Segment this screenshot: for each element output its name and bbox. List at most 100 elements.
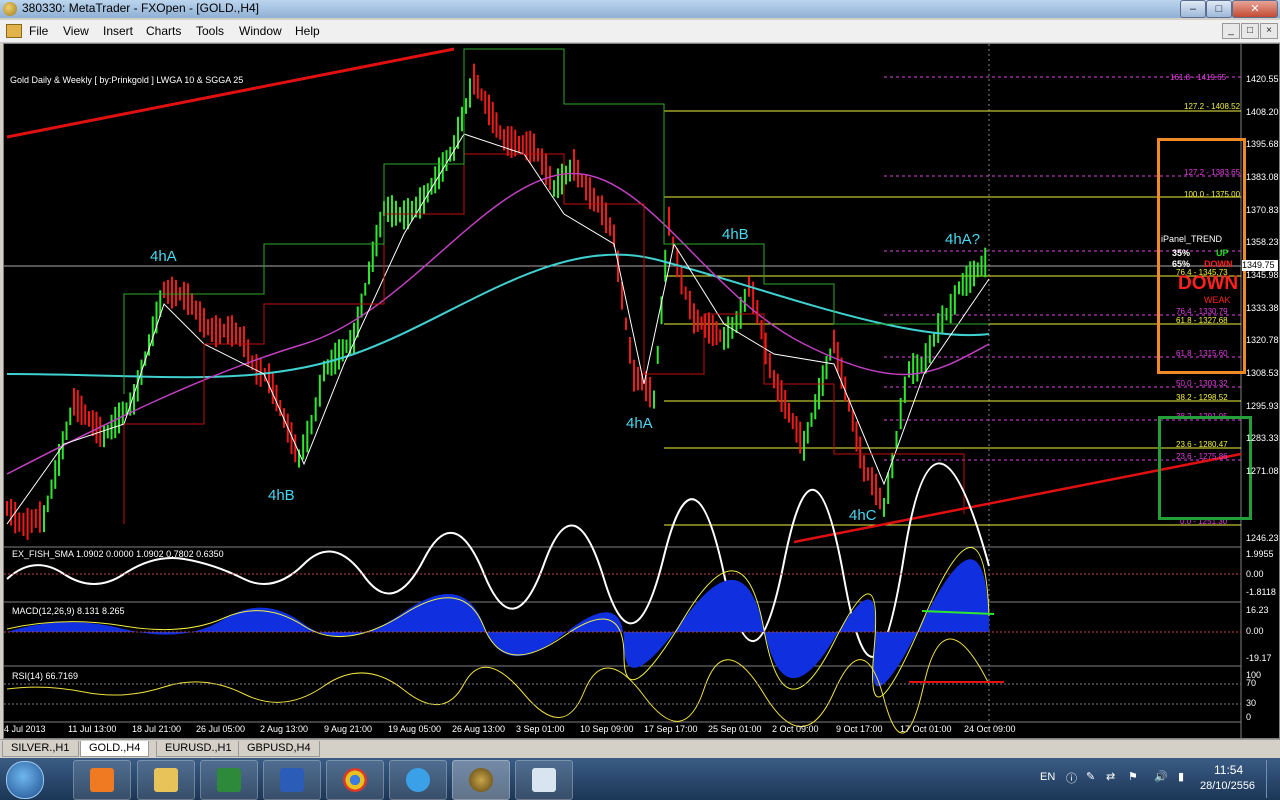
macd-axis-tick: -19.17	[1246, 653, 1272, 663]
fisher-axis-tick: 0.00	[1246, 569, 1264, 579]
fib-label: 38.2 - 1298.52	[1176, 393, 1228, 402]
price-chart-canvas[interactable]	[4, 44, 1279, 738]
help-icon[interactable]: ⓘ	[1066, 770, 1077, 786]
volume-icon[interactable]: 🔊	[1154, 770, 1168, 783]
fib-target-zone-box	[1158, 416, 1252, 520]
folder-icon	[154, 768, 178, 792]
price-tick: 1345.98	[1246, 270, 1279, 280]
trend-panel: iPanel_TREND 35% UP 65% DOWN DOWN WEAK	[1157, 138, 1246, 374]
fisher-axis-tick: -1.8118	[1246, 587, 1276, 597]
price-tick: 1333.38	[1246, 303, 1279, 313]
rsi-axis-tick: 30	[1246, 698, 1257, 708]
clock-time[interactable]: 11:54	[1214, 763, 1243, 777]
menu-window[interactable]: Window	[239, 24, 282, 38]
menu-tools[interactable]: Tools	[196, 24, 224, 38]
language-indicator[interactable]: EN	[1040, 771, 1055, 783]
windows-taskbar: EN ⓘ ✎ ⇄ ⚑ 🔊 ▮ 11:54 28/10/2556	[0, 758, 1280, 800]
taskbar-chrome[interactable]	[326, 760, 384, 800]
time-tick: 4 Jul 2013	[4, 724, 46, 734]
maximize-button[interactable]: □	[1206, 0, 1232, 18]
price-tick: 1395.68	[1246, 139, 1279, 149]
time-tick: 2 Oct 09:00	[772, 724, 819, 734]
close-button[interactable]: ✕	[1232, 0, 1278, 18]
taskbar-metatrader[interactable]	[452, 760, 510, 800]
chrome-icon	[343, 768, 367, 792]
trend-up-percent: 35%	[1172, 248, 1191, 258]
chart-window-icon[interactable]	[6, 24, 22, 38]
time-tick: 11 Jul 13:00	[68, 724, 117, 734]
fib-label: 161.8 - 1419.65	[1170, 73, 1227, 82]
word-icon	[280, 768, 304, 792]
taskbar-file-explorer[interactable]	[137, 760, 195, 800]
start-button[interactable]	[6, 761, 44, 799]
time-tick: 26 Jul 05:00	[196, 724, 246, 734]
battery-icon[interactable]: ▮	[1178, 770, 1184, 783]
rsi-axis-tick: 70	[1246, 678, 1257, 688]
tab-silver-h1[interactable]: SILVER.,H1	[2, 741, 79, 757]
excel-icon	[217, 768, 241, 792]
wave-label: 4hA	[626, 415, 653, 432]
trend-strength: WEAK	[1204, 295, 1231, 305]
price-envelope-line	[6, 133, 990, 525]
menu-insert[interactable]: Insert	[103, 24, 133, 38]
clock-date[interactable]: 28/10/2556	[1200, 780, 1255, 792]
channel-step-line	[123, 153, 965, 524]
time-tick: 25 Sep 01:00	[708, 724, 762, 734]
trend-up-label: UP	[1216, 248, 1229, 258]
menu-charts[interactable]: Charts	[146, 24, 181, 38]
wave-label: 4hA?	[945, 231, 981, 248]
trend-down-label: DOWN	[1204, 259, 1233, 269]
window-titlebar[interactable]: 380330: MetaTrader - FXOpen - [GOLD.,H4]…	[0, 0, 1280, 18]
time-tick: 19 Aug 05:00	[388, 724, 442, 734]
time-tick: 9 Aug 21:00	[324, 724, 373, 734]
macd-indicator-label: MACD(12,26,9) 8.131 8.265	[12, 606, 125, 616]
taskbar-media-player[interactable]	[73, 760, 131, 800]
time-tick: 3 Sep 01:00	[516, 724, 565, 734]
fisher-axis-tick: 1.9955	[1246, 549, 1274, 559]
mdi-minimize-button[interactable]: _	[1222, 23, 1240, 39]
minimize-button[interactable]: –	[1180, 0, 1206, 18]
paint-icon	[532, 768, 556, 792]
trend-line	[6, 47, 455, 139]
price-tick: 1295.93	[1246, 401, 1279, 411]
taskbar-internet-explorer[interactable]	[389, 760, 447, 800]
channel-step-line	[123, 48, 989, 394]
wave-label: 4hB	[722, 226, 749, 243]
fib-label: 127.2 - 1408.52	[1184, 102, 1241, 111]
wave-label: 4hA	[150, 248, 177, 265]
menu-help[interactable]: Help	[295, 24, 320, 38]
time-tick: 26 Aug 13:00	[452, 724, 506, 734]
price-tick: 1408.20	[1246, 107, 1279, 117]
rsi-line	[6, 638, 990, 734]
trend-signal: DOWN	[1178, 273, 1239, 294]
tab-eurusd-h1[interactable]: EURUSD.,H1	[156, 741, 241, 757]
price-tick: 1370.83	[1246, 205, 1279, 215]
chart-window[interactable]: Gold Daily & Weekly [ by:Prinkgold ] LWG…	[3, 43, 1280, 739]
mdi-close-button[interactable]: ×	[1260, 23, 1278, 39]
media-player-icon	[90, 768, 114, 792]
menu-view[interactable]: View	[63, 24, 89, 38]
internet-explorer-icon	[406, 768, 430, 792]
time-tick: 17 Sep 17:00	[644, 724, 698, 734]
time-tick: 24 Oct 09:00	[964, 724, 1016, 734]
price-tick: 1320.78	[1246, 335, 1279, 345]
network-icon[interactable]: ⇄	[1106, 770, 1115, 783]
menu-file[interactable]: File	[29, 24, 48, 38]
macd-histogram	[7, 559, 989, 687]
time-tick: 10 Sep 09:00	[580, 724, 634, 734]
wave-label: 4hC	[849, 507, 877, 524]
time-tick: 17 Oct 01:00	[900, 724, 952, 734]
pen-icon[interactable]: ✎	[1086, 770, 1095, 783]
taskbar-paint[interactable]	[515, 760, 573, 800]
rsi-axis-tick: 0	[1246, 712, 1252, 722]
taskbar-word[interactable]	[263, 760, 321, 800]
chart-tabs: SILVER.,H1 GOLD.,H4 EURUSD.,H1 GBPUSD,H4	[0, 739, 1280, 758]
time-tick: 9 Oct 17:00	[836, 724, 883, 734]
tab-gbpusd-h4[interactable]: GBPUSD,H4	[238, 741, 320, 757]
show-desktop-button[interactable]	[1266, 760, 1279, 798]
taskbar-excel[interactable]	[200, 760, 258, 800]
mdi-restore-button[interactable]: □	[1241, 23, 1259, 39]
flag-icon[interactable]: ⚑	[1128, 770, 1138, 783]
tab-gold-h4[interactable]: GOLD.,H4	[80, 741, 150, 757]
trend-down-percent: 65%	[1172, 259, 1191, 269]
